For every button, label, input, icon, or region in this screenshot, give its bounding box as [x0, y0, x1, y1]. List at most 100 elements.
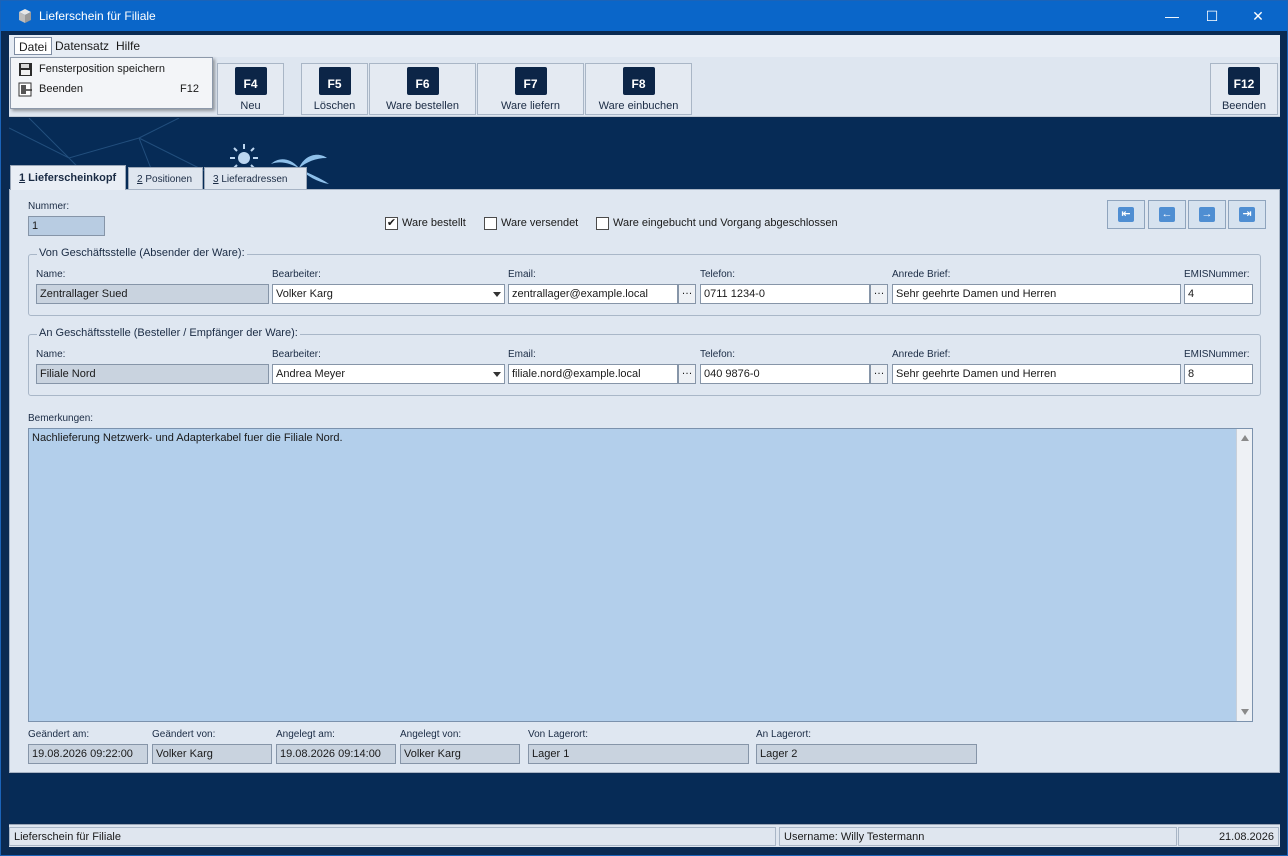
geaendert-von-label: Geändert von: [152, 729, 216, 740]
an-emis-field[interactable]: 8 [1184, 364, 1253, 384]
status-form-name: Lieferschein für Filiale [9, 827, 776, 846]
window-title: Lieferschein für Filiale [39, 9, 156, 23]
lieferscheinkopf-panel: Nummer: 1 ✔ Ware bestellt Ware versendet… [9, 189, 1280, 773]
loeschen-button[interactable]: F5 Löschen [301, 63, 368, 115]
scroll-down-icon[interactable] [1241, 709, 1249, 715]
group-title: Von Geschäftsstelle (Absender der Ware): [37, 247, 247, 259]
f6-key-badge: F6 [406, 67, 439, 95]
an-lagerort-field: Lager 2 [756, 744, 977, 764]
menu-item-label: Fensterposition speichern [39, 63, 165, 75]
bemerkungen-textarea[interactable]: Nachlieferung Netzwerk- und Adapterkabel… [28, 428, 1253, 722]
an-email-more-button[interactable]: … [678, 364, 696, 384]
email-label: Email: [508, 269, 536, 280]
nummer-field[interactable]: 1 [28, 216, 105, 236]
checkbox-box [484, 217, 497, 230]
checkbox-box [596, 217, 609, 230]
geaendert-von-field: Volker Karg [152, 744, 272, 764]
checkbox-label: Ware eingebucht und Vorgang abgeschlosse… [613, 217, 838, 229]
von-emis-field[interactable]: 4 [1184, 284, 1253, 304]
menu-datensatz[interactable]: Datensatz [51, 37, 113, 55]
an-lagerort-label: An Lagerort: [756, 729, 812, 740]
von-email-field[interactable]: zentrallager@example.local [508, 284, 678, 304]
tab-positionen[interactable]: 2 Positionen [128, 167, 203, 189]
beenden-label: Beenden [1221, 100, 1267, 112]
neu-label: Neu [240, 100, 261, 112]
an-name-field: Filiale Nord [36, 364, 269, 384]
emis-label: EMISNummer: [1184, 269, 1250, 280]
name-label: Name: [36, 349, 66, 360]
group-title: An Geschäftsstelle (Besteller / Empfänge… [37, 327, 300, 339]
telefon-label: Telefon: [700, 269, 736, 280]
tab-label: Lieferadressen [218, 174, 288, 185]
close-button[interactable]: ✕ [1235, 1, 1281, 31]
last-record-button[interactable]: ⇥ [1228, 200, 1266, 229]
arrow-left-icon: ← [1159, 207, 1175, 222]
geaendert-am-label: Geändert am: [28, 729, 90, 740]
memo-scrollbar[interactable] [1236, 429, 1252, 721]
an-telefon-field[interactable]: 040 9876-0 [700, 364, 870, 384]
status-date: 21.08.2026 [1178, 827, 1279, 846]
emis-label: EMISNummer: [1184, 349, 1250, 360]
chevron-down-icon [493, 292, 501, 297]
tab-label: Positionen [142, 174, 193, 185]
angelegt-am-field: 19.08.2026 09:14:00 [276, 744, 396, 764]
ware-liefern-button[interactable]: F7 Ware liefern [477, 63, 584, 115]
title-bar: Lieferschein für Filiale — ☐ ✕ [1, 1, 1287, 31]
von-anrede-field[interactable]: Sehr geehrte Damen und Herren [892, 284, 1181, 304]
menu-item-fensterposition-speichern[interactable]: Fensterposition speichern [11, 60, 212, 80]
f5-key-badge: F5 [318, 67, 351, 95]
checkbox-label: Ware bestellt [402, 217, 466, 229]
ware-einbuchen-button[interactable]: F8 Ware einbuchen [585, 63, 692, 115]
beenden-button[interactable]: F12 Beenden [1210, 63, 1278, 115]
von-email-more-button[interactable]: … [678, 284, 696, 304]
scroll-up-icon[interactable] [1241, 435, 1249, 441]
maximize-button[interactable]: ☐ [1189, 1, 1235, 31]
anrede-label: Anrede Brief: [892, 269, 951, 280]
von-telefon-field[interactable]: 0711 1234-0 [700, 284, 870, 304]
bearbeiter-label: Bearbeiter: [272, 269, 321, 280]
von-geschaeftsstelle-group: Von Geschäftsstelle (Absender der Ware):… [28, 247, 1261, 316]
last-record-icon: ⇥ [1239, 207, 1255, 222]
tab-lieferscheinkopf[interactable]: 1 Lieferscheinkopf [10, 165, 126, 190]
ware-bestellen-button[interactable]: F6 Ware bestellen [369, 63, 476, 115]
f7-key-badge: F7 [514, 67, 547, 95]
menu-datei[interactable]: Datei [14, 37, 53, 55]
select-value: Volker Karg [276, 288, 333, 300]
von-bearbeiter-select[interactable]: Volker Karg [272, 284, 505, 304]
tab-lieferadressen[interactable]: 3 Lieferadressen [204, 167, 307, 189]
an-email-field[interactable]: filiale.nord@example.local [508, 364, 678, 384]
footer-band [9, 774, 1280, 823]
menu-hilfe[interactable]: Hilfe [112, 37, 144, 55]
anrede-label: Anrede Brief: [892, 349, 951, 360]
floppy-disk-icon [19, 63, 32, 76]
f12-key-badge: F12 [1228, 67, 1260, 95]
next-record-button[interactable]: → [1188, 200, 1226, 229]
ware-liefern-label: Ware liefern [501, 100, 560, 112]
checkbox-label: Ware versendet [501, 217, 579, 229]
an-anrede-field[interactable]: Sehr geehrte Damen und Herren [892, 364, 1181, 384]
first-record-button[interactable]: ⇤ [1107, 200, 1145, 229]
arrow-right-icon: → [1199, 207, 1215, 222]
name-label: Name: [36, 269, 66, 280]
an-geschaeftsstelle-group: An Geschäftsstelle (Besteller / Empfänge… [28, 327, 1261, 396]
loeschen-label: Löschen [313, 100, 356, 112]
an-bearbeiter-select[interactable]: Andrea Meyer [272, 364, 505, 384]
neu-button[interactable]: F4 Neu [217, 63, 284, 115]
f8-key-badge: F8 [622, 67, 655, 95]
menu-bar: Datei Datensatz Hilfe [9, 35, 1280, 57]
tab-label: Lieferscheinkopf [25, 172, 117, 184]
status-username: Username: Willy Testermann [779, 827, 1177, 846]
bearbeiter-label: Bearbeiter: [272, 349, 321, 360]
email-label: Email: [508, 349, 536, 360]
ware-bestellen-label: Ware bestellen [386, 100, 459, 112]
angelegt-von-field: Volker Karg [400, 744, 520, 764]
an-telefon-more-button[interactable]: … [870, 364, 888, 384]
von-telefon-more-button[interactable]: … [870, 284, 888, 304]
geaendert-am-field: 19.08.2026 09:22:00 [28, 744, 148, 764]
menu-item-label: Beenden [39, 83, 84, 95]
prev-record-button[interactable]: ← [1148, 200, 1186, 229]
angelegt-am-label: Angelegt am: [276, 729, 335, 740]
menu-item-beenden[interactable]: Beenden F12 [11, 80, 212, 100]
app-window: Lieferschein für Filiale — ☐ ✕ Datei Dat… [0, 0, 1288, 856]
datei-dropdown-menu: Fensterposition speichern Beenden F12 [10, 57, 213, 109]
